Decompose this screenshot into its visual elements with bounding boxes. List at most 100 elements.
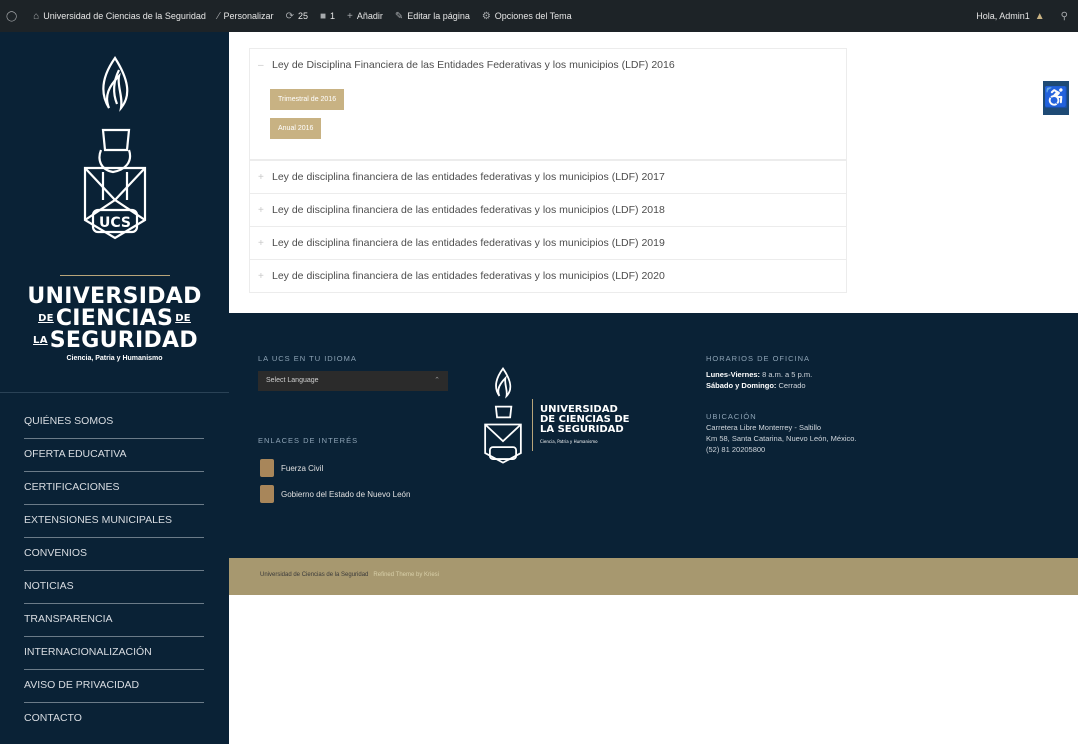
add-new-link[interactable]: + Añadir — [341, 0, 389, 32]
accordion-toggle-2019[interactable]: + Ley de disciplina financiera de las ent… — [250, 227, 846, 259]
search-button[interactable]: ⚲ — [1055, 0, 1078, 32]
language-select[interactable]: Select Language ⌃ — [258, 371, 448, 391]
menu-item-transparencia[interactable]: TRANSPARENCIA — [24, 604, 204, 637]
chevron-down-icon: ⌃ — [434, 377, 440, 384]
hours-heading: HORARIOS DE OFICINA — [706, 354, 811, 363]
university-logo[interactable]: UCS UNIVERSIDAD DECIENCIAS DE LASEGURIDAD… — [0, 32, 229, 392]
accordion-item: + Ley de disciplina financiera de las ent… — [249, 260, 847, 293]
accordion-title-2019: Ley de disciplina financiera de las enti… — [272, 237, 665, 249]
sidebar: UCS UNIVERSIDAD DECIENCIAS DE LASEGURIDAD… — [0, 32, 229, 744]
copyright-text: Universidad de Ciencias de la Seguridad … — [260, 572, 439, 578]
location-heading: UBICACIÓN — [706, 412, 757, 421]
accordion-toggle-2017[interactable]: + Ley de disciplina financiera de las ent… — [250, 161, 846, 193]
accordion-item-open: – Ley de Disciplina Financiera de las Ent… — [249, 48, 847, 160]
university-line2-prefix: DE — [38, 313, 54, 324]
plus-icon: + — [258, 204, 264, 216]
gear-icon: ⚙ — [481, 10, 491, 22]
gobierno-nl-shield-icon — [260, 485, 274, 503]
comment-icon: ■ — [319, 10, 327, 22]
weekend-label: Sábado y Domingo: — [706, 381, 777, 390]
home-icon: ⌂ — [33, 10, 40, 22]
menu-item-contacto[interactable]: CONTACTO — [24, 703, 204, 736]
account-menu[interactable]: Hola, Admin1 ▲ — [970, 0, 1054, 32]
accordion-title-2017: Ley de disciplina financiera de las enti… — [272, 171, 665, 183]
hours-weekdays: Lunes-Viernes: 8 a.m. a 5 p.m. — [706, 370, 812, 379]
link-gobierno-nl[interactable]: Gobierno del Estado de Nuevo León — [260, 485, 410, 503]
plus-icon: + — [347, 10, 353, 22]
menu-item-oferta-educativa[interactable]: OFERTA EDUCATIVA — [24, 439, 204, 472]
menu-item-extensiones-municipales[interactable]: EXTENSIONES MUNICIPALES — [24, 505, 204, 538]
link-fuerza-civil[interactable]: Fuerza Civil — [260, 459, 323, 477]
accordion-toggle-2020[interactable]: + Ley de disciplina financiera de las ent… — [250, 260, 846, 292]
menu-item-convenios[interactable]: CONVENIOS — [24, 538, 204, 571]
copyright-label: Universidad de Ciencias de la Seguridad — [260, 572, 369, 578]
accordion-title-2018: Ley de disciplina financiera de las enti… — [272, 204, 665, 216]
menu-item-certificaciones[interactable]: CERTIFICACIONES — [24, 472, 204, 505]
university-line3-main: SEGURIDAD — [49, 328, 198, 353]
edit-page-link[interactable]: ✎ Editar la página — [389, 0, 476, 32]
logo-mark-text: UCS — [99, 215, 131, 231]
pencil-icon: ✎ — [394, 10, 404, 22]
accordion-item: + Ley de disciplina financiera de las ent… — [249, 160, 847, 194]
links-heading: ENLACES DE INTERÉS — [258, 436, 359, 445]
anual-2016-button[interactable]: Anual 2016 — [270, 118, 322, 139]
accessibility-button[interactable]: ♿ — [1043, 81, 1069, 115]
comments-count: 1 — [330, 11, 336, 21]
site-name-link[interactable]: ⌂ Universidad de Ciencias de la Seguridad — [27, 0, 212, 32]
updates-count: 25 — [297, 11, 308, 21]
university-name-line2: DECIENCIAS DE — [0, 308, 229, 330]
footer-logo-tagline: Ciencia, Patria y Humanismo — [540, 439, 598, 444]
customize-link[interactable]: ⁄ Personalizar — [212, 0, 280, 32]
fuerza-civil-badge-icon — [260, 459, 274, 477]
university-name-line1: UNIVERSIDAD — [27, 284, 202, 309]
language-heading: LA UCS EN TU IDIOMA — [258, 354, 357, 363]
ldf-accordion: – Ley de Disciplina Financiera de las Ent… — [249, 48, 847, 293]
theme-credit-link[interactable]: Refined Theme by Kriesi — [373, 572, 439, 578]
plus-icon: + — [258, 171, 264, 183]
accordion-item: + Ley de disciplina financiera de las ent… — [249, 194, 847, 227]
wordpress-logo-button[interactable]: ◯ — [0, 0, 27, 32]
copyright-bar: Universidad de Ciencias de la Seguridad … — [229, 558, 1078, 595]
main-menu: QUIÉNES SOMOS OFERTA EDUCATIVA CERTIFICA… — [24, 406, 204, 736]
accordion-item: + Ley de disciplina financiera de las ent… — [249, 227, 847, 260]
main-content: – Ley de Disciplina Financiera de las Ent… — [229, 32, 1078, 313]
accordion-toggle-2018[interactable]: + Ley de disciplina financiera de las ent… — [250, 194, 846, 226]
wordpress-icon: ◯ — [6, 10, 18, 22]
weekend-value: Cerrado — [776, 381, 806, 390]
address-line2: Km 58, Santa Catarina, Nuevo León, Méxic… — [706, 434, 857, 443]
footer-logo-line3: LA SEGURIDAD — [540, 424, 624, 435]
theme-options-label: Opciones del Tema — [494, 11, 572, 21]
greeting-label: Hola, Admin1 — [976, 11, 1030, 21]
link-gobierno-nl-label: Gobierno del Estado de Nuevo León — [281, 489, 411, 499]
accordion-title-2020: Ley de disciplina financiera de las enti… — [272, 270, 665, 282]
accessibility-icon: ♿ — [1043, 87, 1069, 109]
search-icon: ⚲ — [1060, 10, 1068, 22]
updates-link[interactable]: ⟳ 25 — [280, 0, 314, 32]
menu-item-internacionalizacion[interactable]: INTERNACIONALIZACIÓN — [24, 637, 204, 670]
site-name-label: Universidad de Ciencias de la Seguridad — [43, 11, 206, 21]
footer-logo-divider — [532, 399, 533, 451]
sidebar-divider — [0, 392, 229, 393]
link-fuerza-civil-label: Fuerza Civil — [281, 463, 324, 473]
brush-icon: ⁄ — [217, 10, 220, 22]
language-select-value: Select Language — [266, 377, 319, 384]
refresh-icon: ⟳ — [285, 10, 294, 22]
weekdays-value: 8 a.m. a 5 p.m. — [760, 370, 813, 379]
menu-item-aviso-privacidad[interactable]: AVISO DE PRIVACIDAD — [24, 670, 204, 703]
theme-options-link[interactable]: ⚙ Opciones del Tema — [476, 0, 578, 32]
footer-logo-text: UNIVERSIDAD DE CIENCIAS DE LA SEGURIDAD … — [540, 405, 630, 447]
plus-icon: + — [258, 270, 264, 282]
torch-emblem-icon: UCS — [83, 56, 147, 240]
menu-item-noticias[interactable]: NOTICIAS — [24, 571, 204, 604]
accordion-toggle-2016[interactable]: – Ley de Disciplina Financiera de las Ent… — [250, 49, 846, 81]
university-name-line3: LASEGURIDAD — [0, 330, 229, 352]
add-new-label: Añadir — [356, 11, 383, 21]
footer-logo-emblem-icon — [484, 367, 522, 464]
avatar-icon: ▲ — [1034, 10, 1045, 22]
university-line2-suffix: DE — [175, 313, 191, 324]
trimestral-2016-button[interactable]: Trimestral de 2016 — [270, 89, 345, 110]
comments-link[interactable]: ■ 1 — [314, 0, 341, 32]
edit-page-label: Editar la página — [407, 11, 470, 21]
accordion-body-2016: Trimestral de 2016 Anual 2016 — [250, 81, 846, 159]
menu-item-quienes-somos[interactable]: QUIÉNES SOMOS — [24, 406, 204, 439]
